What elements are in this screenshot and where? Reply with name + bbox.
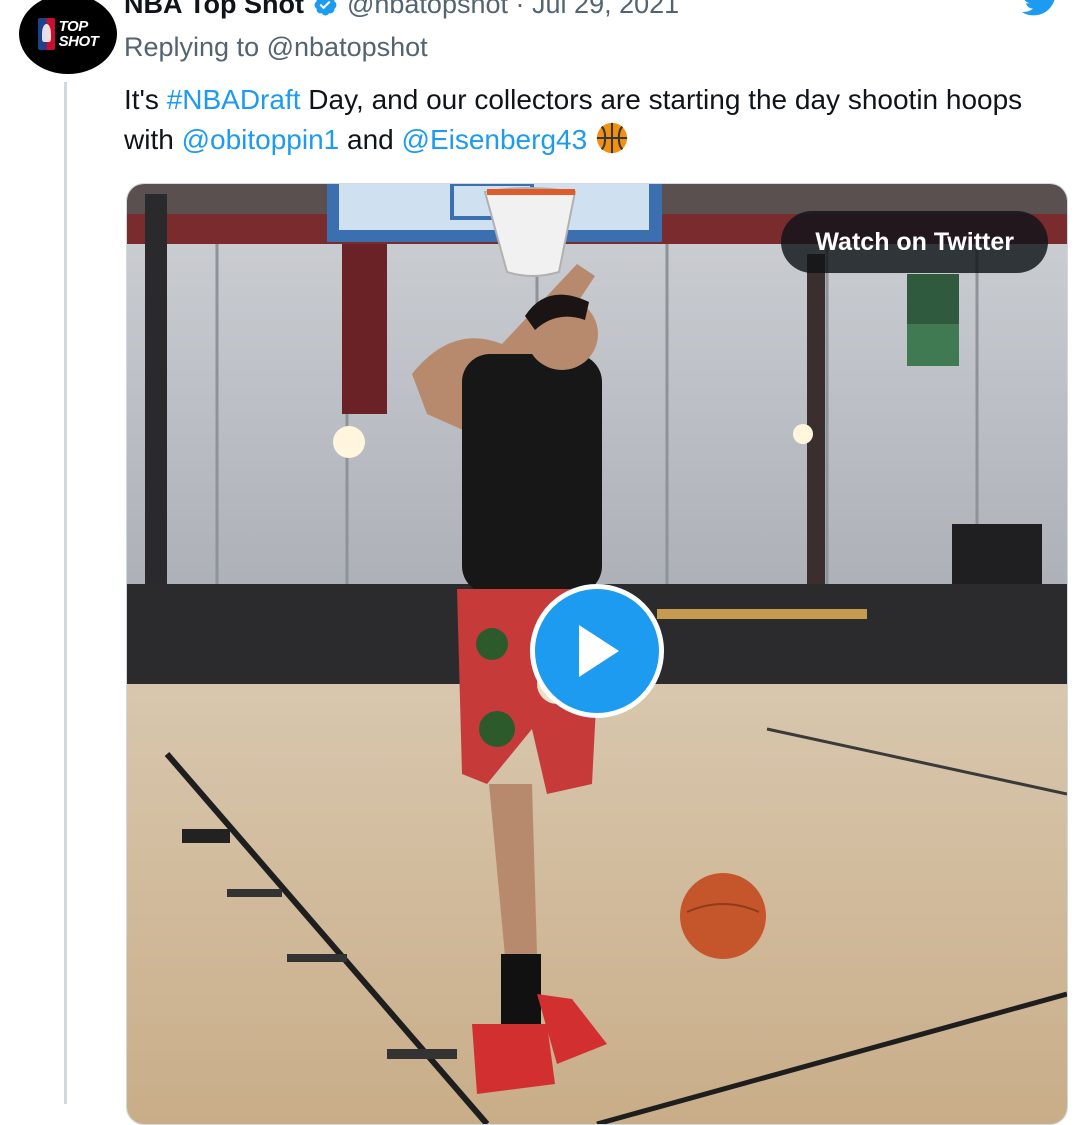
watch-on-twitter-button[interactable]: Watch on Twitter [781,211,1048,273]
tweet-text-part3: and [339,124,402,155]
tweet-header: NBA Top Shot @nbatopshot · Jul 29, 2021 [124,0,679,22]
separator: · [515,0,525,19]
avatar-logo-text: TOP SHOT [58,18,99,50]
replying-to: Replying to @nbatopshot [124,32,428,63]
hashtag-link[interactable]: #NBADraft [167,84,301,115]
mention-link-obitoppin1[interactable]: @obitoppin1 [182,124,340,155]
play-icon [579,625,619,677]
author-handle[interactable]: @nbatopshot [347,0,508,19]
author-handle-line: @nbatopshot · Jul 29, 2021 [347,0,679,20]
play-button[interactable] [530,584,664,718]
basketball-icon [596,122,628,154]
tweet-date[interactable]: Jul 29, 2021 [532,0,679,19]
thread-line [64,82,67,1104]
author-name[interactable]: NBA Top Shot [124,0,304,20]
twitter-bird-icon[interactable] [1018,0,1062,20]
replying-to-handle[interactable]: @nbatopshot [267,32,428,62]
verified-badge-icon [314,0,337,15]
avatar[interactable]: TOP SHOT [19,0,117,74]
video-media[interactable]: Watch on Twitter [126,183,1068,1125]
replying-prefix: Replying to [124,32,260,62]
tweet-text: It's #NBADraft Day, and our collectors a… [124,80,1054,160]
mention-link-eisenberg43[interactable]: @Eisenberg43 [402,124,588,155]
tweet-text-part1: It's [124,84,167,115]
nba-logo-icon [37,18,55,50]
